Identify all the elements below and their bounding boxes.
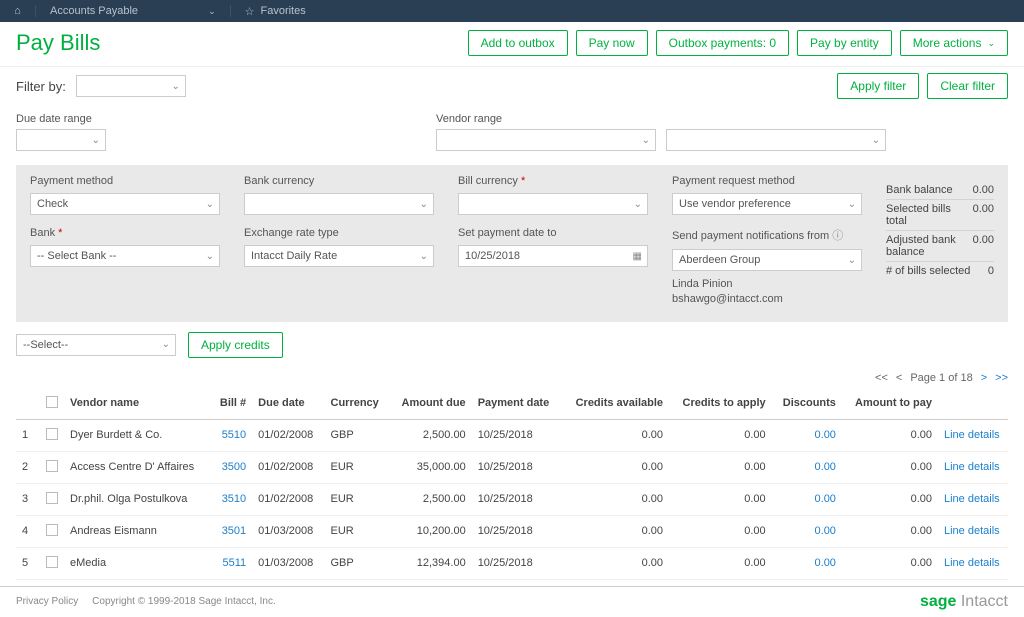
bank-currency-select[interactable]	[244, 193, 434, 215]
vendor-cell: Dyer Burdett & Co.	[64, 419, 211, 451]
col-credits-apply[interactable]: Credits to apply	[669, 388, 772, 420]
col-credits-avail[interactable]: Credits available	[562, 388, 669, 420]
vendor-range-to-select[interactable]	[666, 129, 886, 151]
home-icon[interactable]: ⌂	[0, 5, 36, 17]
col-payment-date[interactable]: Payment date	[472, 388, 562, 420]
favorites-link[interactable]: ☆ Favorites	[231, 5, 320, 18]
bill-link[interactable]: 5511	[223, 557, 247, 569]
payment-request-method-label: Payment request method	[672, 175, 862, 187]
vendor-cell: Access Centre D' Affaires	[64, 451, 211, 483]
summary-panel: Bank balance0.00 Selected bills total0.0…	[886, 175, 994, 308]
vendor-cell: Andreas Eismann	[64, 515, 211, 547]
vendor-cell: eMedia	[64, 547, 211, 579]
discounts-link[interactable]: 0.00	[815, 493, 836, 505]
pager-prev[interactable]: <	[896, 372, 902, 384]
star-icon: ☆	[245, 5, 255, 18]
bill-currency-label: Bill currency	[458, 175, 648, 187]
pager-last[interactable]: >>	[995, 372, 1008, 384]
bank-label: Bank	[30, 227, 220, 239]
bill-link[interactable]: 3510	[222, 493, 246, 505]
payment-method-select[interactable]: Check	[30, 193, 220, 215]
pay-now-button[interactable]: Pay now	[576, 30, 648, 56]
filter-by-select[interactable]	[76, 75, 186, 97]
line-details-link[interactable]: Line details	[944, 493, 1000, 505]
payment-method-label: Payment method	[30, 175, 220, 187]
bank-select[interactable]: -- Select Bank --	[30, 245, 220, 267]
chevron-down-icon: ⌄	[987, 38, 995, 49]
pager-first[interactable]: <<	[875, 372, 888, 384]
line-details-link[interactable]: Line details	[944, 525, 1000, 537]
discounts-link[interactable]: 0.00	[815, 557, 836, 569]
vendor-range-label: Vendor range	[436, 113, 886, 125]
col-vendor[interactable]: Vendor name	[64, 388, 211, 420]
pager-text: Page 1 of 18	[910, 372, 972, 384]
copyright: Copyright © 1999-2018 Sage Intacct, Inc.	[92, 596, 276, 607]
bill-link[interactable]: 3501	[222, 525, 246, 537]
pager-next[interactable]: >	[981, 372, 987, 384]
col-due[interactable]: Due date	[252, 388, 324, 420]
line-details-link[interactable]: Line details	[944, 557, 1000, 569]
col-currency[interactable]: Currency	[325, 388, 390, 420]
notifications-from-label: Send payment notifications from ⓘ	[672, 227, 862, 243]
col-discounts[interactable]: Discounts	[772, 388, 842, 420]
row-checkbox[interactable]	[46, 524, 58, 536]
discounts-link[interactable]: 0.00	[815, 429, 836, 441]
bill-link[interactable]: 3500	[222, 461, 246, 473]
due-date-range-select[interactable]	[16, 129, 106, 151]
set-payment-date-label: Set payment date to	[458, 227, 648, 239]
bank-currency-label: Bank currency	[244, 175, 434, 187]
apply-credits-button[interactable]: Apply credits	[188, 332, 283, 358]
vendor-range-from-select[interactable]	[436, 129, 656, 151]
bills-table: Vendor name Bill # Due date Currency Amo…	[16, 388, 1008, 580]
set-payment-date-input[interactable]: 10/25/2018	[458, 245, 648, 267]
pay-by-entity-button[interactable]: Pay by entity	[797, 30, 892, 56]
module-label: Accounts Payable	[50, 5, 138, 17]
logo: sage Intacct	[920, 593, 1008, 611]
filter-by-label: Filter by:	[16, 79, 66, 94]
page-title: Pay Bills	[16, 30, 100, 56]
line-details-link[interactable]: Line details	[944, 429, 1000, 441]
col-amount-due[interactable]: Amount due	[390, 388, 472, 420]
row-checkbox[interactable]	[46, 492, 58, 504]
line-details-link[interactable]: Line details	[944, 461, 1000, 473]
table-row: 2Access Centre D' Affaires350001/02/2008…	[16, 451, 1008, 483]
clear-filter-button[interactable]: Clear filter	[927, 73, 1008, 99]
row-checkbox[interactable]	[46, 428, 58, 440]
table-row: 3Dr.phil. Olga Postulkova351001/02/2008E…	[16, 483, 1008, 515]
exchange-rate-select[interactable]: Intacct Daily Rate	[244, 245, 434, 267]
table-row: 1Dyer Burdett & Co.551001/02/2008GBP2,50…	[16, 419, 1008, 451]
apply-filter-button[interactable]: Apply filter	[837, 73, 919, 99]
favorites-label: Favorites	[260, 5, 305, 17]
table-row: 4Andreas Eismann350101/03/2008EUR10,200.…	[16, 515, 1008, 547]
bill-link[interactable]: 5510	[222, 429, 246, 441]
privacy-link[interactable]: Privacy Policy	[16, 596, 78, 607]
due-date-range-label: Due date range	[16, 113, 106, 125]
row-checkbox[interactable]	[46, 460, 58, 472]
vendor-cell: Dr.phil. Olga Postulkova	[64, 483, 211, 515]
col-amount-pay[interactable]: Amount to pay	[842, 388, 938, 420]
select-all-checkbox[interactable]	[46, 396, 58, 408]
more-actions-button[interactable]: More actions ⌄	[900, 30, 1008, 56]
col-bill[interactable]: Bill #	[211, 388, 252, 420]
chevron-down-icon: ⌄	[208, 6, 216, 17]
credits-select[interactable]: --Select--	[16, 334, 176, 356]
outbox-payments-button[interactable]: Outbox payments: 0	[656, 30, 789, 56]
discounts-link[interactable]: 0.00	[815, 461, 836, 473]
notification-contact: Linda Pinion bshawgo@intacct.com	[672, 277, 862, 308]
exchange-rate-label: Exchange rate type	[244, 227, 434, 239]
row-checkbox[interactable]	[46, 556, 58, 568]
notifications-from-select[interactable]: Aberdeen Group	[672, 249, 862, 271]
module-dropdown[interactable]: Accounts Payable ⌄	[36, 5, 231, 17]
help-icon[interactable]: ⓘ	[832, 230, 843, 242]
bill-currency-select[interactable]	[458, 193, 648, 215]
add-to-outbox-button[interactable]: Add to outbox	[468, 30, 568, 56]
payment-request-method-select[interactable]: Use vendor preference	[672, 193, 862, 215]
discounts-link[interactable]: 0.00	[815, 525, 836, 537]
table-row: 5eMedia551101/03/2008GBP12,394.0010/25/2…	[16, 547, 1008, 579]
